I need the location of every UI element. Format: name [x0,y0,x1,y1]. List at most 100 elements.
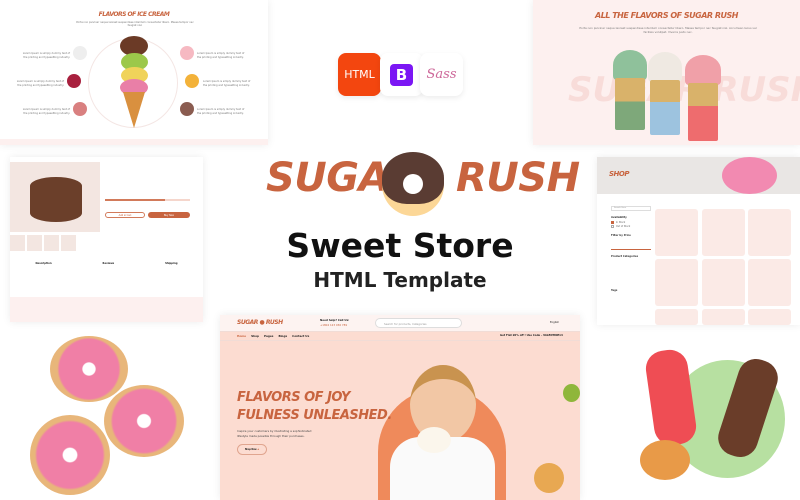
help-phone[interactable]: +1804 123 456 789 [320,323,347,327]
thumb [61,235,76,251]
tab-shipping[interactable]: Shipping [165,262,177,265]
flavor-desc: Lorem Ipsum is simply dummy text of the … [197,52,245,59]
cake-image [10,162,100,232]
cone [123,92,145,128]
donut-image [50,336,128,402]
filter-categories[interactable]: Product Categories [611,255,651,258]
thumb [44,235,59,251]
donut-logo-icon [382,150,444,218]
shop-panel: SHOP Search Here Availability In Stock O… [597,157,800,325]
hero-heading-line1: FLAVORS OF JOY [237,390,350,405]
product-card[interactable] [655,259,698,306]
sugar-flavors-panel: ALL THE FLAVORS OF SUGAR RUSH Porta non … [533,0,800,145]
flavor-image [67,74,81,88]
promo-text: Get Flat 20% off ! Use Code - VALENTINE1… [500,334,563,337]
add-to-cart-button[interactable]: Add to Cart [105,212,145,218]
product-card[interactable] [748,259,791,306]
flavor-image [180,46,194,60]
nav-contact[interactable]: Contact Us [292,334,309,338]
flavor-desc: Lorem Ipsum is simply dummy text of the … [22,108,70,115]
filter-price[interactable]: Filter by Price [611,234,651,237]
bootstrap-icon: B [389,63,414,86]
watermark: SUGAR RUSH [568,70,800,110]
donut-image [30,415,110,495]
product-card[interactable] [748,209,791,256]
flavor-image [73,46,87,60]
shop-banner: SHOP [597,157,800,194]
product-page-panel: Add to Cart Buy Now Description Reviews … [10,157,203,322]
help-label: Need help? Call Us: [320,318,350,322]
flavor-image [180,102,194,116]
html5-icon: HTML [344,68,375,81]
stock-in[interactable]: In Stock [611,221,651,224]
product-card[interactable] [702,259,745,306]
buy-now-button[interactable]: Buy Now [148,212,190,218]
nav-home[interactable]: Home [237,334,246,338]
shop-title: SHOP [609,170,629,178]
filter-availability[interactable]: Availability [611,216,651,219]
shop-now-label: Shop Now [244,448,257,451]
tab-reviews[interactable]: Reviews [103,262,115,265]
cup-pink-body [688,83,718,141]
hero-page-panel: SUGAR ● RUSH Need help? Call Us: +1804 1… [220,315,580,500]
donut-image [104,385,184,457]
flavor-desc: Lorem Ipsum is simply dummy text of the … [16,80,64,87]
ice-cream-scoop [640,440,690,480]
main-nav: Home Shop Pages Blogs Contact Us [237,334,314,338]
header: SUGAR ● RUSH Need help? Call Us: +1804 1… [220,315,580,332]
price-slider[interactable] [611,249,651,250]
sass-badge: Sass [420,53,463,96]
nav-pages[interactable]: Pages [264,334,273,338]
html5-badge: HTML [338,53,381,96]
product-card[interactable] [655,209,698,256]
flavor-image [73,102,87,116]
product-card[interactable] [655,309,698,325]
checkbox[interactable] [611,221,614,224]
filter-tags[interactable]: Tags [611,289,651,292]
product-card[interactable] [748,309,791,325]
product-card[interactable] [702,209,745,256]
hero-heading: FLAVORS OF JOY FULNESS UNLEASHED. [237,389,392,425]
bootstrap-badge: B [380,53,423,96]
stock-out-label: Out of Stock [616,225,631,228]
flavors-intro: Porta non pulvinar neque laoreet suspend… [76,21,194,27]
footer [10,297,203,322]
footer-strip [0,139,268,145]
product-card[interactable] [702,309,745,325]
nav-blogs[interactable]: Blogs [278,334,287,338]
flavors-title: FLAVORS OF ICE CREAM [98,11,170,18]
search-input[interactable]: Search for products, Categories [375,318,462,328]
thumb [27,235,42,251]
headline-title: Sweet Store [286,226,514,265]
cup-green-body [615,78,645,130]
hero-heading-line2: FULNESS UNLEASHED. [237,408,392,423]
flavor-desc: Lorem Ipsum is simply dummy text of the … [197,108,245,115]
ice-cream [417,427,451,453]
header-logo[interactable]: SUGAR ● RUSH [237,319,283,326]
flavor-desc: Lorem Ipsum is simply dummy text of the … [22,52,70,59]
headline-subtitle: HTML Template [313,268,487,292]
tab-description[interactable]: Description [35,262,51,265]
sass-icon: Sass [426,67,457,82]
product-tabs: Description Reviews Shipping [10,262,203,265]
shop-search-input[interactable]: Search Here [611,206,651,211]
cup-white [648,52,682,82]
cup-green [613,50,647,80]
shop-now-button[interactable]: Shop Now ➜ [237,444,267,455]
checkbox[interactable] [611,225,614,228]
stock-in-label: In Stock [616,221,626,224]
arrow-right-icon: ➜ [257,448,260,451]
stock-out[interactable]: Out of Stock [611,225,651,228]
kiwi-image [563,384,580,402]
nav-shop[interactable]: Shop [251,334,259,338]
donut-hole [403,174,423,194]
thumb [10,235,25,251]
logo-word-rush: RUSH [456,155,580,201]
flavor-image [185,74,199,88]
hero-text: Inspire your customers by illustrating a… [237,429,312,438]
language-select[interactable]: English [550,321,559,324]
flavor-desc: Lorem Ipsum is simply dummy text of the … [203,80,251,87]
ice-cream-bowl [534,463,564,493]
sugar-flavors-intro: Porta non pulvinar neque laoreet suspend… [579,26,757,34]
cup-pink [685,55,721,85]
